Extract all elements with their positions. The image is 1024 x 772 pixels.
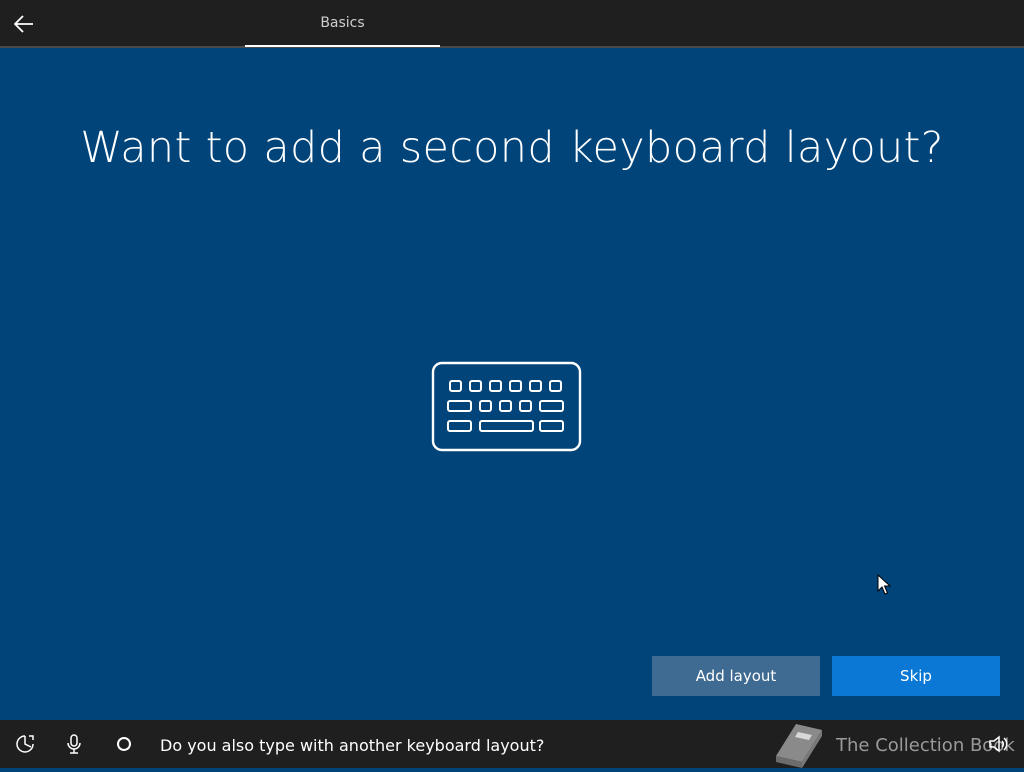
keyboard-icon	[431, 361, 582, 452]
microphone-button[interactable]	[62, 732, 86, 756]
microphone-icon	[67, 734, 81, 754]
arrow-left-icon	[14, 15, 33, 33]
volume-button[interactable]	[986, 732, 1010, 756]
mouse-cursor-icon	[877, 574, 891, 595]
skip-button[interactable]: Skip	[832, 656, 1000, 696]
volume-icon	[989, 735, 1008, 753]
add-layout-button[interactable]: Add layout	[652, 656, 820, 696]
book-icon	[776, 724, 822, 768]
add-layout-label: Add layout	[695, 667, 777, 685]
cortana-button[interactable]	[112, 732, 136, 756]
cortana-icon	[117, 737, 131, 751]
back-button[interactable]	[6, 6, 42, 42]
cortana-caption: Do you also type with another keyboard l…	[160, 736, 545, 755]
main-content: Want to add a second keyboard layout? Ad…	[0, 48, 1024, 720]
skip-label: Skip	[900, 667, 932, 685]
watermark: The Collection Book	[772, 722, 1015, 768]
top-bar: Basics	[0, 0, 1024, 48]
tab-basics-indicator	[245, 45, 440, 47]
accessibility-icon	[16, 735, 34, 753]
page-title: Want to add a second keyboard layout?	[80, 123, 944, 173]
accessibility-button[interactable]	[13, 732, 37, 756]
bottom-bar: Do you also type with another keyboard l…	[0, 720, 1024, 768]
tab-basics-label: Basics	[320, 15, 365, 31]
tab-basics: Basics	[245, 0, 440, 46]
